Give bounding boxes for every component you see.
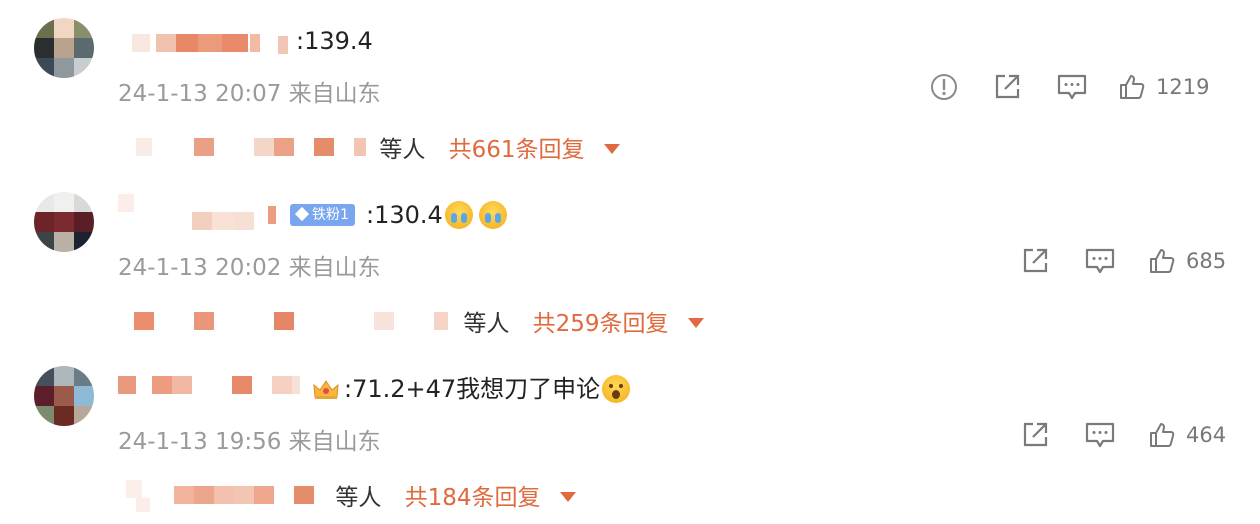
share-icon bbox=[995, 74, 1020, 99]
like-icon bbox=[1150, 249, 1175, 273]
location: 来自山东 bbox=[288, 255, 381, 281]
like-count: 685 bbox=[1186, 249, 1227, 273]
username-blurred[interactable] bbox=[118, 194, 284, 230]
timestamp: 24-1-13 20:07 bbox=[118, 81, 282, 107]
score-value: :71.2+47我想刀了申论 bbox=[344, 375, 601, 403]
avatar[interactable] bbox=[34, 18, 94, 78]
score-value: :130.4 bbox=[366, 201, 443, 229]
like-button[interactable]: 685 bbox=[1148, 244, 1226, 278]
replier-avatars bbox=[134, 310, 456, 334]
like-button[interactable]: 1219 bbox=[1118, 70, 1209, 104]
crying-emoji-icon bbox=[478, 201, 507, 229]
dropdown-triangle-icon[interactable] bbox=[603, 144, 620, 154]
reply-count-link[interactable]: 共259条回复 bbox=[533, 311, 669, 337]
comment-meta: 24-1-13 19:56 来自山东 bbox=[118, 422, 381, 456]
share-icon bbox=[1023, 422, 1048, 447]
comment-actions: 685 bbox=[1020, 244, 1232, 278]
share-icon bbox=[1023, 248, 1048, 273]
report-icon bbox=[931, 74, 957, 100]
score-text: :130.4 bbox=[366, 200, 507, 230]
location: 来自山东 bbox=[288, 429, 381, 455]
like-icon bbox=[1120, 75, 1145, 99]
reply-people-suffix: 等人 bbox=[335, 485, 382, 511]
crown-icon bbox=[313, 380, 339, 399]
dropdown-triangle-icon[interactable] bbox=[687, 318, 704, 328]
score-text: :71.2+47我想刀了申论 bbox=[312, 374, 631, 404]
timestamp: 24-1-13 20:02 bbox=[118, 255, 282, 281]
comment-icon bbox=[1057, 74, 1087, 100]
username-blurred[interactable] bbox=[118, 374, 308, 404]
reply-count-link[interactable]: 共661条回复 bbox=[449, 137, 585, 163]
location: 来自山东 bbox=[288, 81, 381, 107]
share-button[interactable] bbox=[1020, 244, 1050, 278]
avatar[interactable] bbox=[34, 366, 94, 426]
reply-people-suffix: 等人 bbox=[463, 311, 510, 337]
comment-icon bbox=[1085, 422, 1115, 448]
comment-button[interactable] bbox=[1056, 70, 1088, 104]
comment-actions: 1219 bbox=[930, 70, 1230, 104]
like-count: 1219 bbox=[1156, 75, 1210, 99]
username-line: 铁粉1 :130.4 bbox=[118, 194, 1118, 230]
dropdown-triangle-icon[interactable] bbox=[559, 492, 576, 502]
reply-count-link[interactable]: 共184条回复 bbox=[405, 485, 541, 511]
timestamp: 24-1-13 19:56 bbox=[118, 429, 282, 455]
score-text: :139.4 bbox=[296, 27, 373, 55]
comment-icon bbox=[1085, 248, 1115, 274]
username-blurred[interactable] bbox=[118, 26, 298, 56]
fan-badge[interactable]: 铁粉1 bbox=[290, 204, 355, 226]
comment-item: 铁粉1 :130.4 24-1-13 20:02 来自山东 685 等人 共25… bbox=[0, 174, 1260, 348]
comment-meta: 24-1-13 20:07 来自山东 bbox=[118, 74, 381, 108]
diamond-icon bbox=[294, 206, 310, 222]
like-count: 464 bbox=[1186, 423, 1227, 447]
like-icon bbox=[1150, 423, 1175, 447]
comment-button[interactable] bbox=[1084, 418, 1116, 452]
comment-button[interactable] bbox=[1084, 244, 1116, 278]
crying-emoji-icon bbox=[444, 201, 473, 229]
share-button[interactable] bbox=[1020, 418, 1050, 452]
surprised-emoji-icon bbox=[602, 375, 631, 403]
like-button[interactable]: 464 bbox=[1148, 418, 1226, 452]
comment-meta: 24-1-13 20:02 来自山东 bbox=[118, 248, 381, 282]
reply-people-suffix: 等人 bbox=[379, 137, 426, 163]
replier-avatars bbox=[126, 480, 328, 512]
share-button[interactable] bbox=[992, 70, 1022, 104]
comment-item: :71.2+47我想刀了申论 24-1-13 19:56 来自山东 464 等人… bbox=[0, 348, 1260, 522]
avatar[interactable] bbox=[34, 192, 94, 252]
reply-summary[interactable]: 等人 共259条回复 bbox=[134, 304, 704, 338]
report-button[interactable] bbox=[930, 70, 958, 104]
replier-avatars bbox=[136, 136, 372, 160]
username-line: :139.4 bbox=[118, 26, 1118, 56]
comment-item: :139.4 24-1-13 20:07 来自山东 1219 等人 共661条回 bbox=[0, 0, 1260, 174]
comment-actions: 464 bbox=[1020, 418, 1232, 452]
username-line: :71.2+47我想刀了申论 bbox=[118, 374, 1118, 404]
reply-summary[interactable]: 等人 共184条回复 bbox=[126, 478, 576, 512]
reply-summary[interactable]: 等人 共661条回复 bbox=[136, 130, 620, 164]
fan-badge-label: 铁粉1 bbox=[312, 207, 349, 223]
